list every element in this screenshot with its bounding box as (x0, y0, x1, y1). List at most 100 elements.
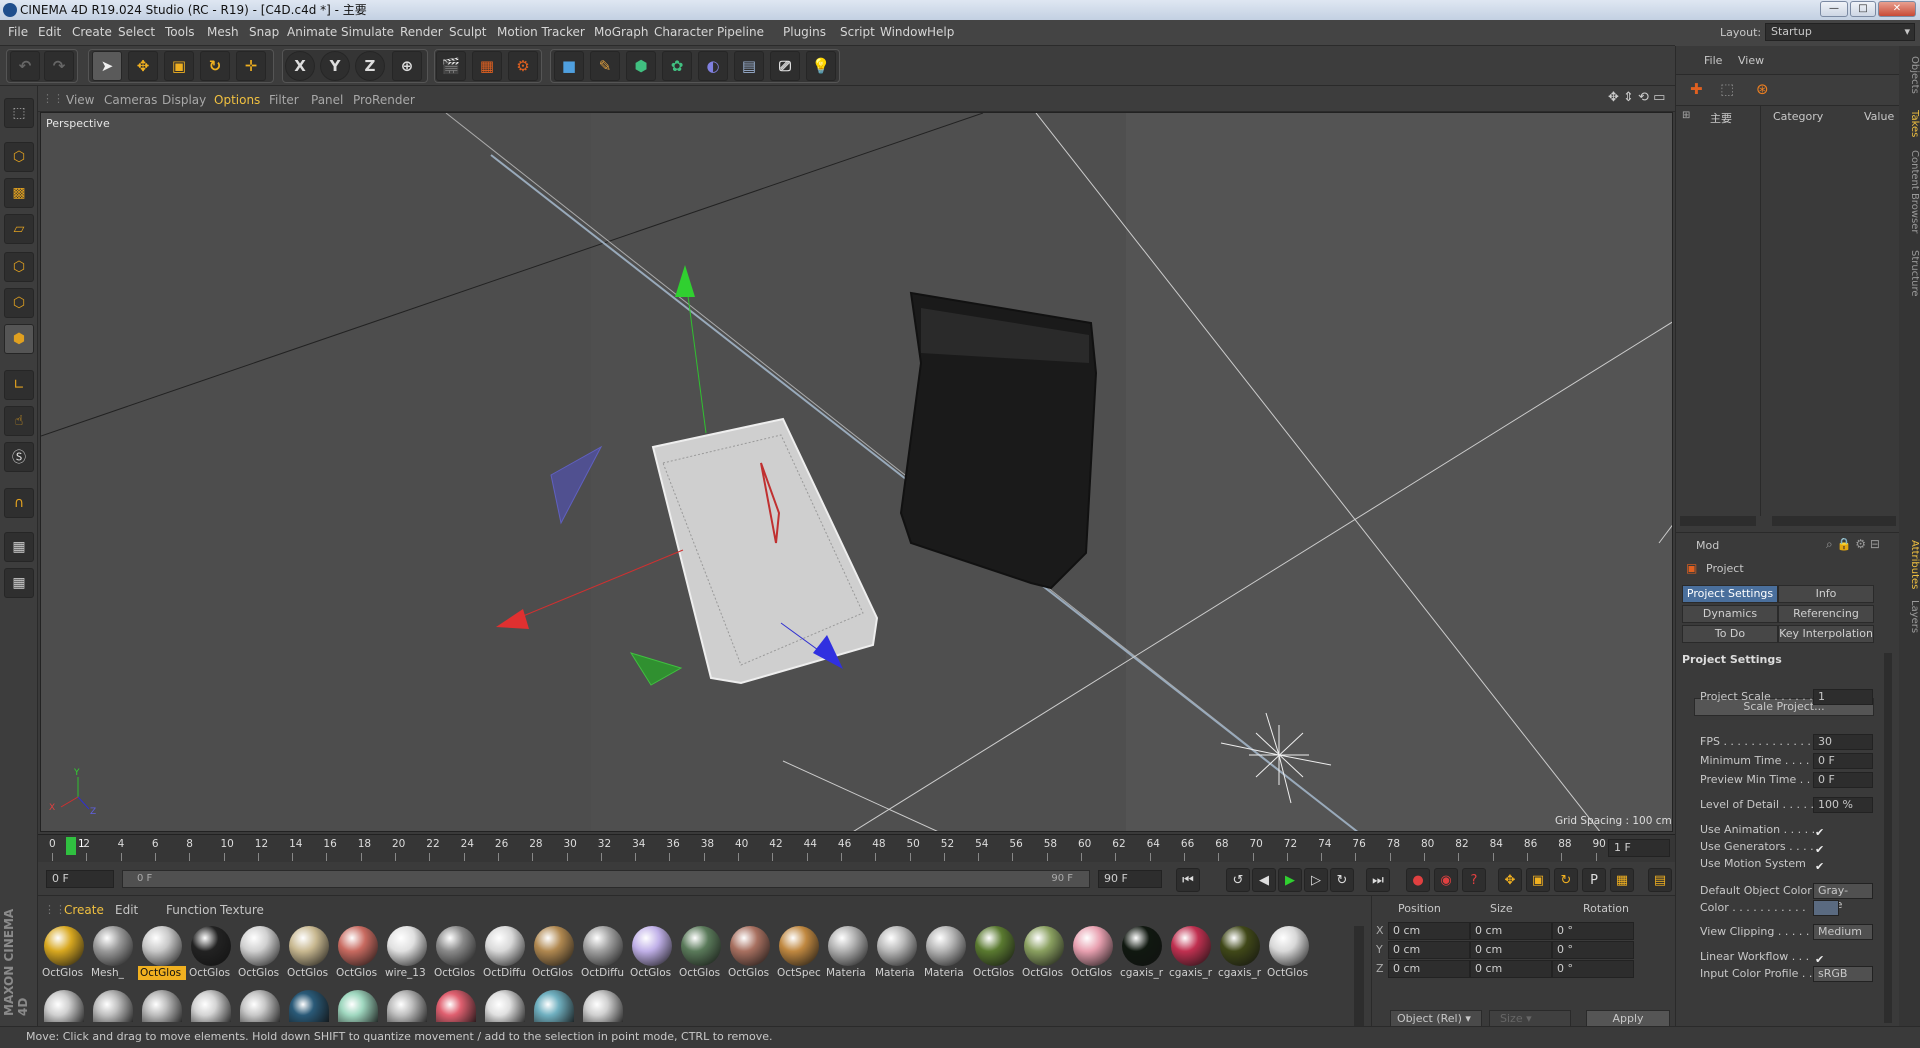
menu-help[interactable]: Help (927, 25, 954, 39)
close-button[interactable]: ✕ (1878, 1, 1916, 17)
material-swatch[interactable]: cgaxis_r (1216, 924, 1262, 982)
material-swatch[interactable]: Materia (824, 924, 870, 982)
end-frame-field[interactable]: 90 F (1098, 870, 1162, 888)
undo-icon[interactable]: ↶ (10, 51, 40, 81)
side-tab-layers[interactable]: Layers (1903, 600, 1920, 633)
attribute-value[interactable]: 1 (1813, 689, 1873, 706)
pen-icon[interactable]: ✎ (590, 51, 620, 81)
material-swatch[interactable]: OctGlos (1265, 924, 1311, 982)
material-swatch[interactable] (240, 990, 280, 1022)
menu-create[interactable]: Create (72, 25, 112, 39)
keyframe-selection-icon[interactable]: ? (1462, 868, 1486, 892)
viewport-menu-options[interactable]: Options (214, 93, 260, 107)
coord-position-x-field[interactable]: 0 cm (1388, 922, 1470, 940)
key-position-icon[interactable]: ✥ (1498, 868, 1522, 892)
record-icon[interactable]: ● (1406, 868, 1430, 892)
material-menu-create[interactable]: Create (64, 903, 104, 917)
material-swatch[interactable] (485, 990, 525, 1022)
attribute-value[interactable]: Gray-Blue (1813, 883, 1873, 911)
menu-tools[interactable]: Tools (165, 25, 195, 39)
coord-rotation-x-field[interactable]: 0 ° (1552, 922, 1634, 940)
side-tab-objects[interactable]: Objects (1903, 56, 1920, 94)
y-axis-icon[interactable]: Y (320, 51, 350, 81)
attributes-tools-icons[interactable]: ⌕ 🔒 ⚙ ⊟ (1826, 537, 1880, 552)
horizontal-scrollbar-left[interactable] (1680, 516, 1756, 526)
viewport-menu-display[interactable]: Display (162, 93, 206, 107)
timeline-ruler[interactable]: 0 2 4 6 8 10 12 14 16 18 20 22 24 26 28 30 32 34 36 38 40 42 4… (38, 834, 1675, 862)
menu-character[interactable]: Character (654, 25, 713, 39)
autokey-icon[interactable]: ◉ (1434, 868, 1458, 892)
coord-rotation-z-field[interactable]: 0 ° (1552, 960, 1634, 978)
attributes-mode-menu[interactable]: Mod (1696, 539, 1719, 552)
material-menu-function[interactable]: Function (166, 903, 217, 917)
coord-rotation-y-field[interactable]: 0 ° (1552, 941, 1634, 959)
menu-render[interactable]: Render (400, 25, 443, 39)
viewport-nav-icons[interactable]: ✥ ⇕ ⟲ ▭ (1608, 90, 1665, 105)
menu-motion-tracker[interactable]: Motion Tracker (497, 25, 585, 39)
side-tab-takes[interactable]: Takes (1903, 110, 1920, 137)
coord-size-y-field[interactable]: 0 cm (1470, 941, 1552, 959)
cube-icon[interactable]: ■ (554, 51, 584, 81)
material-swatch[interactable]: OctDiffu (481, 924, 527, 982)
viewport-menu-prorender[interactable]: ProRender (353, 93, 415, 107)
tab-referencing[interactable]: Referencing (1778, 605, 1874, 623)
points-mode-icon[interactable]: ⬡ (4, 252, 34, 282)
light-icon[interactable]: 💡 (806, 51, 836, 81)
attribute-value[interactable]: Medium (1813, 923, 1873, 940)
material-swatch[interactable]: Mesh_ (89, 924, 135, 982)
key-rotation-icon[interactable]: ↻ (1554, 868, 1578, 892)
take-override-icon[interactable]: ⊛ (1756, 80, 1769, 98)
material-swatch[interactable]: OctGlos (1069, 924, 1115, 982)
redo-icon[interactable]: ↷ (44, 51, 74, 81)
side-tab-structure[interactable]: Structure (1903, 250, 1920, 297)
snap-icon[interactable]: Ⓢ (4, 442, 34, 472)
attribute-value[interactable]: 100 % (1813, 796, 1873, 813)
tree-expand-icon[interactable]: ⊞ (1682, 110, 1690, 121)
viewport-perspective[interactable]: Perspective Grid Spacing : 100 cm Y X Z (40, 112, 1673, 832)
menu-snap[interactable]: Snap (249, 25, 279, 39)
key-param-icon[interactable]: P (1582, 868, 1606, 892)
menu-simulate[interactable]: Simulate (341, 25, 394, 39)
tweak-icon[interactable]: ☝ (4, 406, 34, 436)
magnet-icon[interactable]: ∩ (4, 488, 34, 518)
take-child-icon[interactable]: ⬚ (1720, 80, 1734, 98)
material-swatch[interactable] (436, 990, 476, 1022)
material-swatch[interactable]: OctGlos (40, 924, 86, 982)
material-swatch[interactable]: OctDiffu (579, 924, 625, 982)
polygons-mode-icon[interactable]: ⬢ (4, 324, 34, 354)
coord-size-z-field[interactable]: 0 cm (1470, 960, 1552, 978)
material-swatch[interactable]: Materia (873, 924, 919, 982)
axis-mode-icon[interactable]: ∟ (4, 370, 34, 400)
transform-icon[interactable]: ✛ (236, 51, 266, 81)
texture-mode-icon[interactable]: ▩ (4, 178, 34, 208)
menu-edit[interactable]: Edit (38, 25, 61, 39)
objects-menu-file[interactable]: File (1704, 54, 1722, 67)
tab-info[interactable]: Info (1778, 585, 1874, 603)
key-pla-icon[interactable]: ▦ (1610, 868, 1634, 892)
material-swatch[interactable] (142, 990, 182, 1022)
material-swatch[interactable]: OctSpec (775, 924, 821, 982)
go-to-start-icon[interactable]: ⏮ (1176, 868, 1200, 892)
material-swatch[interactable]: OctGlos (677, 924, 723, 982)
edges-mode-icon[interactable]: ⬡ (4, 288, 34, 318)
next-key-icon[interactable]: ↻ (1330, 868, 1354, 892)
material-swatch[interactable]: OctGlos (236, 924, 282, 982)
menu-script[interactable]: Script (840, 25, 875, 39)
previous-frame-icon[interactable]: ◀ (1252, 868, 1276, 892)
material-menu-texture[interactable]: Texture (220, 903, 264, 917)
cloner-icon[interactable]: ✿ (662, 51, 692, 81)
material-swatch[interactable]: OctGlos (334, 924, 380, 982)
attribute-value[interactable]: 0 F (1813, 752, 1873, 769)
scale-icon[interactable]: ▣ (164, 51, 194, 81)
menu-sculpt[interactable]: Sculpt (449, 25, 486, 39)
material-swatch[interactable]: OctGlos (285, 924, 331, 982)
next-frame-icon[interactable]: ▷ (1304, 868, 1328, 892)
material-swatch[interactable]: Materia (922, 924, 968, 982)
side-tab-attributes[interactable]: Attributes (1903, 540, 1920, 589)
material-swatch[interactable] (44, 990, 84, 1022)
render-view-icon[interactable]: 🎬 (436, 51, 466, 81)
render-picture-icon[interactable]: ▦ (472, 51, 502, 81)
z-axis-icon[interactable]: Z (355, 51, 385, 81)
coord-position-z-field[interactable]: 0 cm (1388, 960, 1470, 978)
material-menu-edit[interactable]: Edit (115, 903, 138, 917)
